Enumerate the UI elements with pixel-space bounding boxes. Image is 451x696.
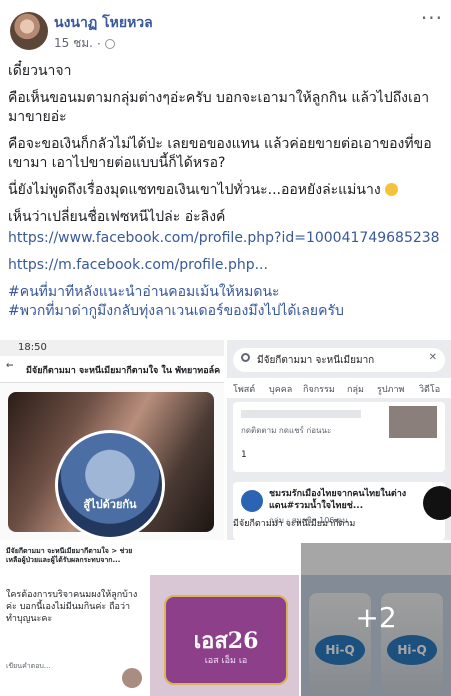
gallery-photo-1[interactable]: 18:50 ← มีจัยกีตามมา จะหนีเมียมากีตามใจ …	[0, 340, 224, 540]
author-avatar[interactable]	[10, 12, 48, 50]
product-sub-label: เอส เอ็ม เอ	[204, 656, 248, 666]
screenshot-footer: เขียนคำตอบ...	[6, 662, 51, 670]
post-paragraph-text: นี่ยังไม่พูดถึงเรื่องมุดแชทขอเงินเขาไปทั…	[8, 182, 381, 198]
group-title: มีจัยกีตามมา จะหนีเมียมากีตามใจ ใน พัทยา…	[26, 366, 221, 376]
search-query: มีจัยกีตามมา จะหนีเมียมาก	[257, 355, 375, 366]
post-meta: 15 ชม. ·	[54, 34, 115, 53]
milk-product-box: เอส26 เอส เอ็ม เอ	[164, 595, 288, 685]
gallery-photo-3[interactable]: มีจัยกีตามมา จะหนีเมียมากีตามใจ > ช่วยเห…	[0, 543, 148, 696]
more-options-icon[interactable]: ···	[421, 6, 443, 30]
group-icon	[241, 490, 263, 512]
result-subtitle: กดติดตาม กดแชร์ ก่อนนะ	[241, 426, 332, 435]
more-photos-count[interactable]: +2	[301, 601, 451, 634]
tab-posts: โพสต์	[233, 385, 256, 395]
post-paragraph: เห็นว่าเปลี่ยนชื่อเฟซหนีไปล่ะ อ่ะลิงค์	[8, 209, 226, 225]
post-text: เดี๋ยวนาจา คือเห็นขอนมตามกลุ่มต่างๆอ่ะคร…	[8, 62, 443, 329]
author-name[interactable]: นงนาฏ โหยหวล	[54, 12, 153, 34]
back-arrow-icon: ←	[6, 361, 14, 371]
group-title-bar: ← มีจัยกีตามมา จะหนีเมียมากีตามใจ ใน พัท…	[0, 356, 224, 383]
hashtag-link[interactable]: #คนที่มาทีหลังแนะนำอ่านคอมเม้นให้หมดนะ	[8, 283, 443, 302]
post-paragraph: คือเห็นขอนมตามกลุ่มต่างๆอ่ะครับ บอกจะเอา…	[8, 90, 430, 125]
gallery-photo-5[interactable]: Hi-Q Hi-Q +2	[301, 543, 451, 696]
photo-gallery: 18:50 ← มีจัยกีตามมา จะหนีเมียมากีตามใจ …	[0, 340, 451, 696]
smile-emoji-icon	[385, 183, 399, 196]
screenshot-body: ใครต้องการบริจาคนมผงให้ลูกบ้างค่ะ บอกนี้…	[6, 590, 138, 624]
search-icon	[241, 353, 250, 362]
tab-groups: กลุ่ม	[347, 385, 364, 395]
post-time[interactable]: 15 ชม.	[54, 34, 93, 53]
status-time: 18:50	[18, 342, 47, 353]
group-name: ชมรมรักเมืองไทยจากคนไทยในต่างแดน#รวมน้ำใ…	[269, 489, 407, 511]
frame-label: สู้ไปด้วยกัน	[83, 498, 137, 511]
phone-status-bar: 18:50	[0, 340, 224, 356]
tab-events: กิจกรรม	[303, 385, 335, 395]
avatar	[122, 668, 142, 688]
post-paragraph: เดี๋ยวนาจา	[8, 63, 72, 79]
result-footer-text: มีจัยกีตามมา จะหนีเมียมากีตาม	[233, 519, 356, 529]
group-result-card: ชมรมรักเมืองไทยจากคนไทยในต่างแดน#รวมน้ำใ…	[233, 482, 451, 540]
like-count: 1	[241, 450, 247, 460]
search-bar: มีจัยกีตามมา จะหนีเมียมาก ✕	[233, 348, 445, 372]
gallery-photo-2[interactable]: มีจัยกีตามมา จะหนีเมียมาก ✕ โพสต์ บุคคล …	[227, 340, 451, 540]
post-paragraph: คือจะขอเงินก็กลัวไม่ได้ป่ะ เลยขอของแทน แ…	[8, 136, 432, 171]
post-paragraph: นี่ยังไม่พูดถึงเรื่องมุดแชทขอเงินเขาไปทั…	[8, 181, 443, 200]
profile-frame: สู้ไปด้วยกัน	[55, 430, 165, 540]
profile-link-mobile[interactable]: https://m.facebook.com/profile.php...	[8, 256, 443, 275]
tab-photos: รูปภาพ	[377, 385, 405, 395]
tab-videos: วิดีโอ	[419, 385, 441, 395]
globe-icon	[104, 38, 115, 49]
close-icon: ✕	[428, 352, 437, 363]
screenshot-header: มีจัยกีตามมา จะหนีเมียมากีตามใจ > ช่วยเห…	[6, 547, 133, 564]
result-thumbnail	[389, 406, 437, 438]
post-card: นงนาฏ โหยหวล 15 ชม. · ··· เดี๋ยวนาจา คือ…	[0, 0, 451, 696]
hashtag-link[interactable]: #พวกที่มาด่ากูมึงกลับทุ่งลาเวนเดอร์ของมึ…	[8, 302, 443, 321]
profile-link[interactable]: https://www.facebook.com/profile.php?id=…	[8, 229, 443, 248]
gallery-photo-4[interactable]: เอส26 เอส เอ็ม เอ	[150, 543, 299, 696]
result-card: กดติดตาม กดแชร์ ก่อนนะ 1	[233, 402, 445, 472]
tab-people: บุคคล	[269, 385, 293, 395]
search-tabs: โพสต์ บุคคล กิจกรรม กลุ่ม รูปภาพ วิดีโอ	[227, 378, 451, 398]
